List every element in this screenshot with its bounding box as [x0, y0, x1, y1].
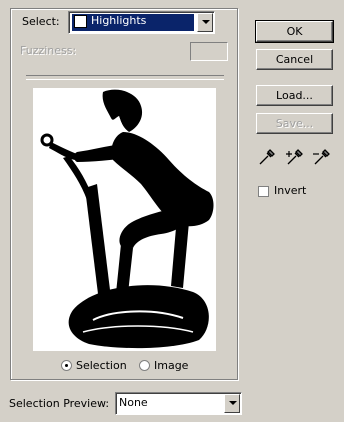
load-button[interactable]: Load... — [256, 85, 333, 106]
fuzziness-field[interactable] — [190, 42, 228, 61]
invert-checkbox[interactable] — [258, 186, 269, 197]
cancel-button-label: Cancel — [275, 53, 314, 66]
eyedropper-minus-icon[interactable] — [313, 148, 331, 166]
fuzziness-label: Fuzziness: — [20, 44, 77, 57]
image-radio[interactable] — [139, 360, 150, 371]
selection-radio[interactable] — [61, 360, 72, 371]
highlights-swatch-icon — [74, 14, 87, 28]
selection-radio-label[interactable]: Selection — [76, 359, 127, 372]
selection-preview-image — [33, 88, 216, 351]
selection-preview-label: Selection Preview: — [9, 397, 110, 410]
fuzziness-slider[interactable] — [26, 75, 224, 80]
select-value: Highlights — [91, 14, 147, 27]
chevron-down-icon[interactable] — [197, 13, 213, 32]
select-dropdown[interactable]: Highlights — [68, 11, 215, 34]
selection-preview-dropdown[interactable]: None — [115, 392, 242, 415]
select-label: Select: — [22, 15, 60, 28]
eyedropper-icon[interactable] — [258, 148, 276, 166]
image-radio-label[interactable]: Image — [154, 359, 188, 372]
ok-button[interactable]: OK — [255, 20, 334, 43]
cyclist-silhouette-icon — [40, 89, 214, 349]
save-button[interactable]: Save... — [256, 113, 333, 134]
invert-label[interactable]: Invert — [274, 184, 306, 197]
save-button-label: Save... — [275, 117, 314, 130]
load-button-label: Load... — [276, 89, 313, 102]
chevron-down-icon[interactable] — [224, 394, 240, 413]
eyedropper-plus-icon[interactable] — [286, 148, 304, 166]
selection-preview-value: None — [119, 396, 148, 409]
select-selected-item: Highlights — [72, 14, 194, 31]
cancel-button[interactable]: Cancel — [256, 49, 333, 70]
ok-button-label: OK — [286, 25, 303, 38]
